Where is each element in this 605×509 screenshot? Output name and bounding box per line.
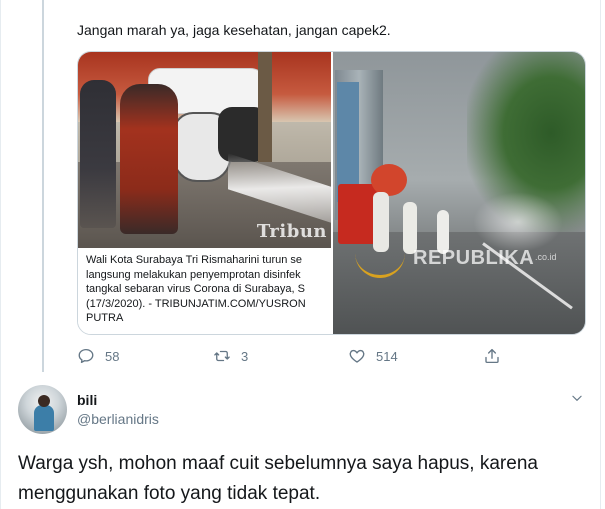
tweet-action-bar: 58 3 514: [77, 345, 507, 367]
media-photo-right[interactable]: REPUBLIKA .co.id: [333, 52, 585, 334]
reply-button[interactable]: 58: [77, 345, 119, 367]
like-count: 514: [376, 348, 398, 364]
media-photo-left[interactable]: Tribun: [78, 52, 331, 248]
user-display-name[interactable]: bili: [77, 392, 97, 408]
reply-tweet-text: Warga ysh, mohon maaf cuit sebelumnya sa…: [18, 453, 538, 504]
tweet-text: Jangan marah ya, jaga kesehatan, jangan …: [77, 22, 391, 38]
photo-caption: Wali Kota Surabaya Tri Rismaharini turun…: [78, 248, 331, 334]
timeline-left-border: [0, 0, 1, 509]
tribun-watermark: Tribun: [256, 221, 327, 242]
retweet-count: 3: [241, 348, 249, 364]
share-button[interactable]: [483, 345, 501, 367]
tweet-media-grid[interactable]: Tribun Wali Kota Surabaya Tri Rismaharin…: [77, 51, 586, 335]
avatar-figure-body: [34, 405, 54, 431]
share-icon: [485, 348, 499, 364]
photo-woman-spraying: [120, 84, 178, 234]
republika-watermark: REPUBLIKA: [413, 247, 535, 269]
photo-hazmat-worker: [373, 192, 389, 252]
heart-icon: [349, 349, 365, 363]
like-button[interactable]: 514: [348, 345, 398, 367]
avatar[interactable]: [18, 385, 67, 434]
thread-connector-line: [42, 0, 44, 372]
photo-man: [80, 80, 116, 228]
reply-count: 58: [105, 348, 120, 364]
chevron-down-icon[interactable]: [570, 391, 584, 405]
republika-watermark-domain: .co.id: [535, 252, 557, 262]
photo-tree: [258, 52, 272, 162]
photo-spray-mist: [473, 192, 563, 252]
photo-caption-text: Wali Kota Surabaya Tri Rismaharini turun…: [86, 254, 306, 324]
user-handle[interactable]: @berlianidris: [77, 411, 159, 427]
avatar-figure-head: [38, 395, 50, 407]
retweet-button[interactable]: 3: [213, 345, 248, 367]
reply-icon: [78, 348, 94, 364]
retweet-icon: [214, 350, 230, 362]
timeline-right-border: [600, 0, 601, 509]
photo-spray-cannon: [371, 164, 407, 196]
